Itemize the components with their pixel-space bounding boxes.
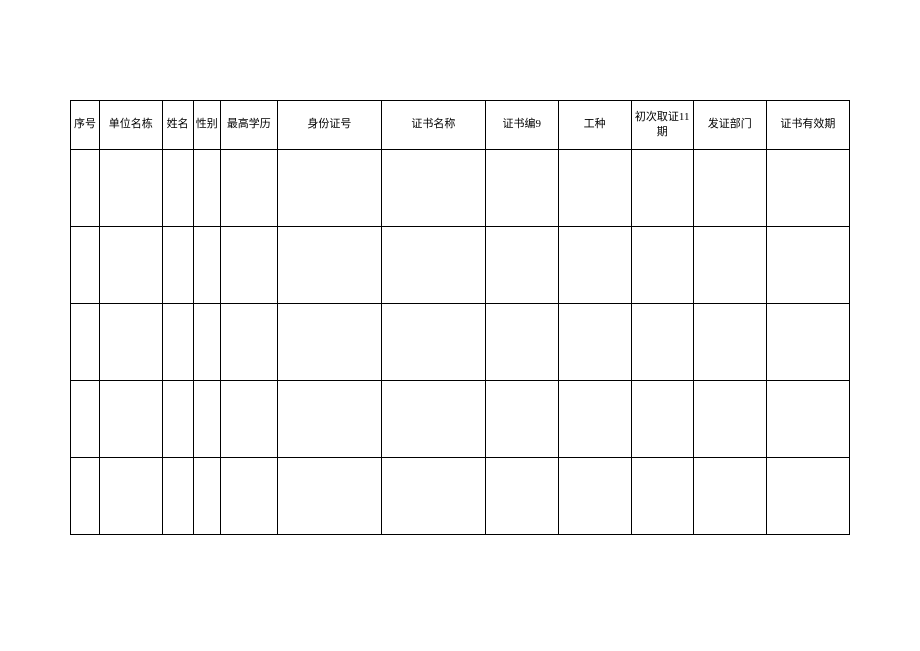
cell xyxy=(71,227,100,304)
cell xyxy=(277,304,381,381)
header-job-type: 工种 xyxy=(558,101,631,150)
cell xyxy=(631,150,693,227)
header-first-date: 初次取证11期 xyxy=(631,101,693,150)
cell xyxy=(193,458,220,535)
table-row xyxy=(71,458,850,535)
cell xyxy=(766,227,849,304)
cell xyxy=(100,458,162,535)
header-cert-name: 证书名称 xyxy=(381,101,485,150)
cell xyxy=(381,227,485,304)
cell xyxy=(485,304,558,381)
cell xyxy=(558,381,631,458)
cell xyxy=(381,458,485,535)
cell xyxy=(485,381,558,458)
cell xyxy=(220,304,277,381)
cell xyxy=(381,381,485,458)
cell xyxy=(485,150,558,227)
cell xyxy=(631,381,693,458)
cell xyxy=(277,458,381,535)
header-name: 姓名 xyxy=(162,101,193,150)
table-row xyxy=(71,381,850,458)
cell xyxy=(766,458,849,535)
cell xyxy=(71,381,100,458)
header-issuer: 发证部门 xyxy=(693,101,766,150)
cell xyxy=(381,150,485,227)
header-education: 最高学历 xyxy=(220,101,277,150)
cell xyxy=(631,458,693,535)
cell xyxy=(693,304,766,381)
cell xyxy=(220,227,277,304)
cell xyxy=(162,227,193,304)
cell xyxy=(220,150,277,227)
cell xyxy=(766,304,849,381)
cell xyxy=(100,381,162,458)
cell xyxy=(558,227,631,304)
cell xyxy=(693,381,766,458)
cell xyxy=(162,150,193,227)
header-validity: 证书有效期 xyxy=(766,101,849,150)
cell xyxy=(485,458,558,535)
cell xyxy=(558,304,631,381)
cell xyxy=(631,227,693,304)
cell xyxy=(277,227,381,304)
cell xyxy=(100,304,162,381)
header-seq: 序号 xyxy=(71,101,100,150)
cell xyxy=(162,458,193,535)
cell xyxy=(220,458,277,535)
cell xyxy=(193,381,220,458)
cell xyxy=(162,381,193,458)
header-row: 序号 单位名栋 姓名 性别 最高学历 身份证号 证书名称 证书编9 工种 初次取… xyxy=(71,101,850,150)
cell xyxy=(71,304,100,381)
table-container: 序号 单位名栋 姓名 性别 最高学历 身份证号 证书名称 证书编9 工种 初次取… xyxy=(0,0,920,535)
cell xyxy=(693,227,766,304)
cell xyxy=(220,381,277,458)
header-cert-no: 证书编9 xyxy=(485,101,558,150)
registry-table: 序号 单位名栋 姓名 性别 最高学历 身份证号 证书名称 证书编9 工种 初次取… xyxy=(70,100,850,535)
cell xyxy=(558,150,631,227)
cell xyxy=(193,227,220,304)
cell xyxy=(193,150,220,227)
cell xyxy=(558,458,631,535)
cell xyxy=(693,150,766,227)
cell xyxy=(381,304,485,381)
header-id-number: 身份证号 xyxy=(277,101,381,150)
cell xyxy=(162,304,193,381)
cell xyxy=(100,227,162,304)
header-unit: 单位名栋 xyxy=(100,101,162,150)
table-row xyxy=(71,150,850,227)
cell xyxy=(766,381,849,458)
cell xyxy=(277,381,381,458)
table-row xyxy=(71,304,850,381)
cell xyxy=(71,458,100,535)
cell xyxy=(193,304,220,381)
cell xyxy=(485,227,558,304)
cell xyxy=(631,304,693,381)
cell xyxy=(277,150,381,227)
header-gender: 性别 xyxy=(193,101,220,150)
table-row xyxy=(71,227,850,304)
cell xyxy=(71,150,100,227)
cell xyxy=(693,458,766,535)
cell xyxy=(100,150,162,227)
cell xyxy=(766,150,849,227)
